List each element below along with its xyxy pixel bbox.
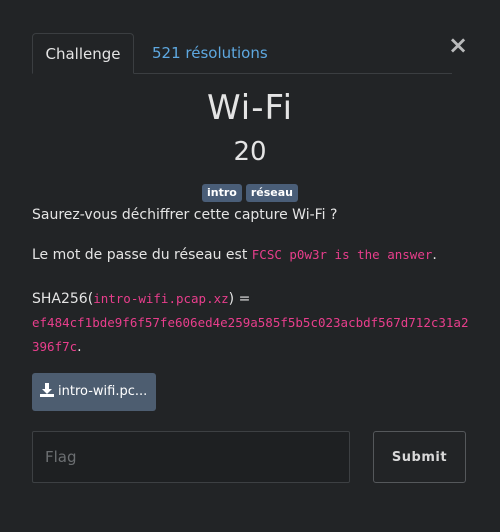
tab-resolutions[interactable]: 521 résolutions bbox=[152, 33, 268, 73]
sha256-paragraph: SHA256(intro-wifi.pcap.xz) = ef484cf1bde… bbox=[32, 287, 472, 359]
tab-bar: Challenge 521 résolutions bbox=[32, 33, 452, 74]
password-code: FCSC p0w3r is the answer bbox=[251, 247, 433, 262]
challenge-intro-text: Saurez-vous déchiffrer cette capture Wi-… bbox=[32, 207, 338, 223]
tag-intro: intro bbox=[202, 184, 242, 202]
challenge-modal: Challenge 521 résolutions × Wi-Fi 20 int… bbox=[0, 0, 500, 532]
password-suffix: . bbox=[432, 247, 437, 263]
sha-suffix: . bbox=[77, 339, 82, 355]
tag-list: intro réseau bbox=[0, 184, 500, 202]
challenge-points: 20 bbox=[233, 137, 267, 167]
sha-mid: ) = bbox=[228, 291, 251, 307]
download-button[interactable]: intro-wifi.pc... bbox=[32, 373, 156, 411]
password-prefix: Le mot de passe du réseau est bbox=[32, 247, 252, 263]
download-label: intro-wifi.pc... bbox=[58, 384, 148, 399]
password-paragraph: Le mot de passe du réseau est FCSC p0w3r… bbox=[32, 247, 472, 263]
sha-hash: ef484cf1bde9f6f57fe606ed4e259a585f5b5c02… bbox=[32, 315, 469, 354]
tab-challenge[interactable]: Challenge bbox=[32, 33, 134, 74]
close-icon[interactable]: × bbox=[448, 33, 468, 57]
flag-input[interactable] bbox=[32, 431, 350, 483]
tag-reseau: réseau bbox=[245, 184, 298, 202]
challenge-title: Wi-Fi bbox=[206, 88, 294, 128]
download-icon bbox=[40, 383, 54, 397]
sha-prefix: SHA256( bbox=[32, 291, 94, 307]
sha-filename: intro-wifi.pcap.xz bbox=[93, 291, 229, 306]
submit-button[interactable]: Submit bbox=[373, 431, 466, 483]
